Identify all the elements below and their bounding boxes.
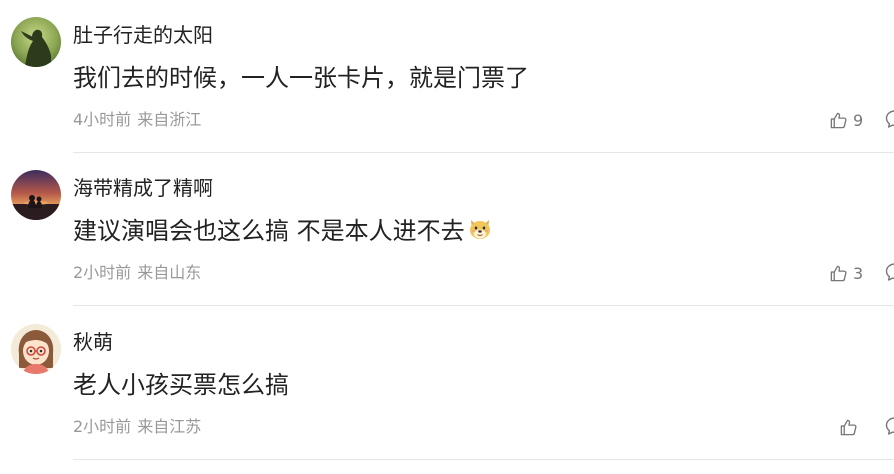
username[interactable]: 秋萌 xyxy=(73,328,113,356)
comment-time: 4小时前 xyxy=(73,110,132,129)
comment-meta: 2小时前 来自江苏 xyxy=(73,416,201,438)
like-button[interactable]: 9 xyxy=(829,107,863,133)
username[interactable]: 海带精成了精啊 xyxy=(73,174,213,202)
comment-item: 秋萌 老人小孩买票怎么搞 2小时前 来自江苏 xyxy=(0,307,894,460)
reply-bubble-icon xyxy=(885,110,894,128)
divider xyxy=(73,459,894,460)
comment-meta: 4小时前 来自浙江 xyxy=(73,109,201,131)
comment-time: 2小时前 xyxy=(73,263,132,282)
comment-text-body: 建议演唱会也这么搞 不是本人进不去 xyxy=(73,217,465,245)
like-count: 9 xyxy=(853,110,864,130)
like-button[interactable] xyxy=(839,414,863,440)
avatar[interactable] xyxy=(11,17,61,67)
reply-bubble-icon xyxy=(885,417,894,435)
thumbs-up-icon xyxy=(830,265,847,281)
like-button[interactable]: 3 xyxy=(829,260,863,286)
comment-location: 来自江苏 xyxy=(137,417,202,436)
thumbs-up-icon xyxy=(830,112,847,128)
comment-location: 来自浙江 xyxy=(137,110,202,129)
comment-item: 肚子行走的太阳 我们去的时候，一人一张卡片，就是门票了 4小时前 来自浙江 9 xyxy=(0,0,894,153)
comment-text: 我们去的时候，一人一张卡片，就是门票了 xyxy=(73,64,529,92)
like-count: 3 xyxy=(853,263,864,283)
cartoon-girl-avatar-icon xyxy=(11,324,61,374)
reply-bubble-icon xyxy=(885,263,894,281)
username[interactable]: 肚子行走的太阳 xyxy=(73,21,213,49)
avatar[interactable] xyxy=(11,170,61,220)
comment-location: 来自山东 xyxy=(137,263,202,282)
comment-time: 2小时前 xyxy=(73,417,132,436)
comment-text: 建议演唱会也这么搞 不是本人进不去 xyxy=(73,214,493,248)
reply-button[interactable] xyxy=(884,108,894,130)
comment-item: 海带精成了精啊 建议演唱会也这么搞 不是本人进不去 2小时前 来自山东 3 xyxy=(0,153,894,306)
reply-button[interactable] xyxy=(884,415,894,437)
dog-face-emoji-icon xyxy=(469,220,490,239)
avatar[interactable] xyxy=(11,324,61,374)
green-silhouette-avatar-icon xyxy=(11,17,61,67)
divider xyxy=(73,305,894,306)
comment-meta: 2小时前 来自山东 xyxy=(73,262,201,284)
thumbs-up-icon xyxy=(840,419,857,435)
reply-button[interactable] xyxy=(884,261,894,283)
sunset-avatar-icon xyxy=(11,170,61,220)
comment-text: 老人小孩买票怎么搞 xyxy=(73,371,289,399)
